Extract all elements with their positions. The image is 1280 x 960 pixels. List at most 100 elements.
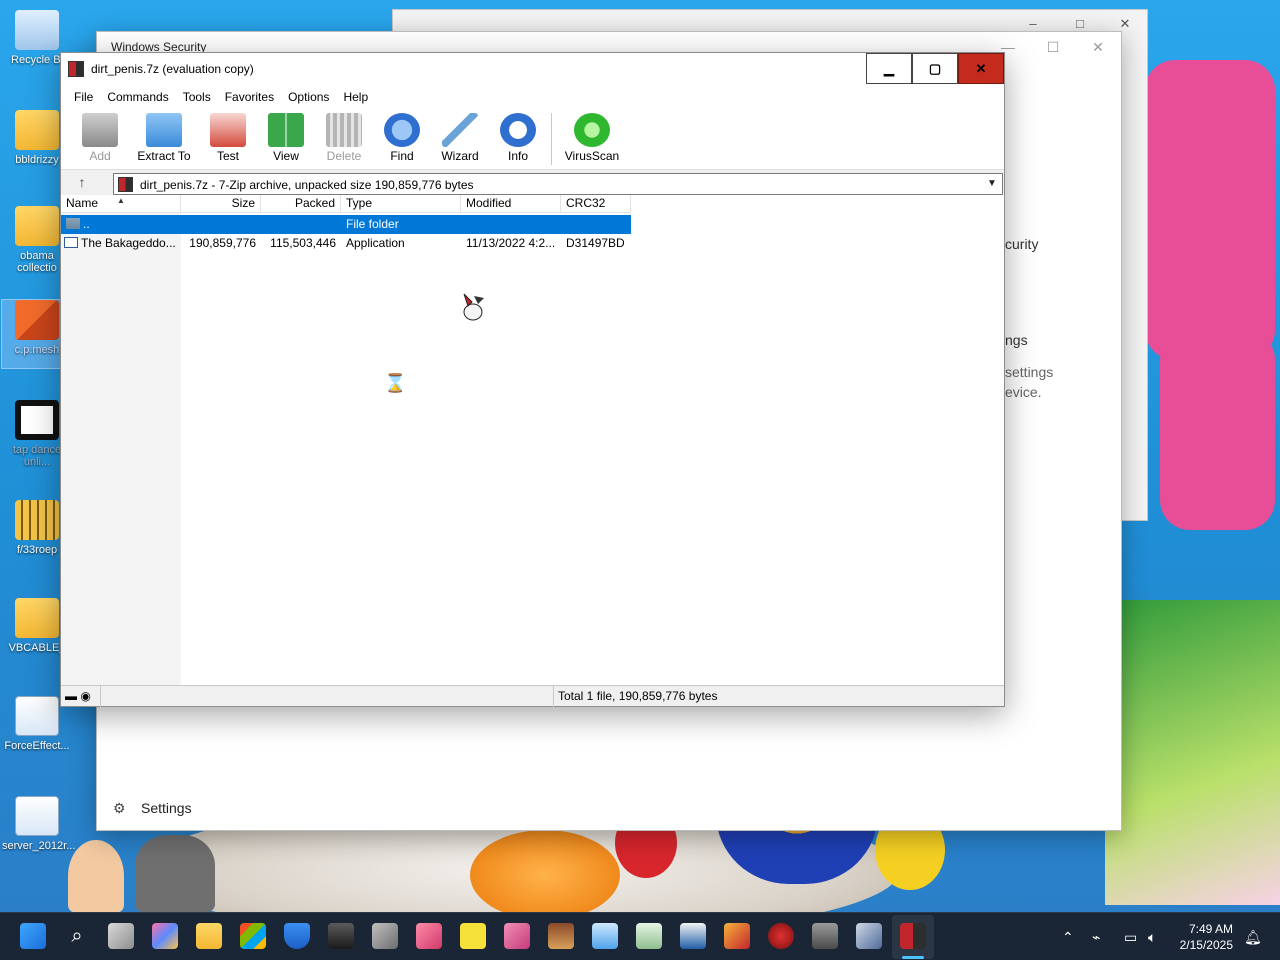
recycle-bin-icon <box>15 10 59 50</box>
column-crc32[interactable]: CRC32 <box>561 195 631 213</box>
view-icon <box>268 113 304 147</box>
recycle-app-icon[interactable] <box>636 923 662 949</box>
display-icon[interactable]: ▭ <box>1124 929 1137 946</box>
7zip-window-title: dirt_penis.7z (evaluation copy) <box>91 62 254 76</box>
desktop-icon-server[interactable]: server_2012r... <box>2 796 75 852</box>
info-button[interactable]: Info <box>489 109 547 169</box>
desktop-mascot-sprite <box>458 288 488 322</box>
copilot-icon[interactable] <box>152 923 178 949</box>
minimize-button[interactable]: ▁ <box>866 53 912 84</box>
delete-button-label: Delete <box>326 149 362 163</box>
test-button-label: Test <box>216 149 239 163</box>
close-button[interactable]: ✕ <box>958 53 1004 84</box>
desktop-icon-label: f/33roep <box>16 544 58 556</box>
extract-icon <box>146 113 182 147</box>
game-app-icon[interactable] <box>372 923 398 949</box>
menu-options[interactable]: Options <box>281 90 336 104</box>
shortcut-app-icon <box>15 300 59 340</box>
virusscan-icon <box>574 113 610 147</box>
add-button[interactable]: Add <box>71 109 129 169</box>
cell-type: File folder <box>341 215 461 234</box>
test-icon <box>210 113 246 147</box>
extract-to-button[interactable]: Extract To <box>129 109 199 169</box>
menu-file[interactable]: File <box>67 90 100 104</box>
delete-button[interactable]: Delete <box>315 109 373 169</box>
cell-name: The Bakageddo... <box>61 234 181 253</box>
disk-image-icon <box>15 796 59 836</box>
cell-modified: 11/13/2022 4:2... <box>466 236 556 250</box>
search-icon[interactable]: ⌕ <box>64 923 90 949</box>
windows-security-icon[interactable] <box>284 923 310 949</box>
chevron-up-icon[interactable]: ⌃ <box>1062 929 1074 946</box>
folder-icon <box>15 110 59 150</box>
wizard-icon <box>442 113 478 147</box>
7zip-window[interactable]: dirt_penis.7z (evaluation copy) ▁ ▢ ✕ Fi… <box>60 52 1005 707</box>
clock[interactable]: 7:49 AM 2/15/2025 <box>1180 921 1233 953</box>
notepad-icon[interactable] <box>592 923 618 949</box>
menu-tools[interactable]: Tools <box>176 90 218 104</box>
wizard-button[interactable]: Wizard <box>431 109 489 169</box>
name-column-shade <box>61 213 181 685</box>
7zip-titlebar[interactable]: dirt_penis.7z (evaluation copy) ▁ ▢ ✕ <box>61 53 1004 85</box>
column-modified[interactable]: Modified <box>461 195 561 213</box>
view-button[interactable]: View <box>257 109 315 169</box>
remote-desktop-icon[interactable] <box>680 923 706 949</box>
mascot-app-icon[interactable] <box>724 923 750 949</box>
chevron-down-icon[interactable]: ▼ <box>984 175 1000 193</box>
file-explorer-icon[interactable] <box>196 923 222 949</box>
maximize-button[interactable]: ▢ <box>912 53 958 84</box>
spongebob-app-icon[interactable] <box>460 923 486 949</box>
desktop-icon-label: bbldrizzy <box>15 154 59 166</box>
task-view-icon[interactable] <box>108 923 134 949</box>
microsoft-store-icon[interactable] <box>240 923 266 949</box>
wallpaper-egg <box>470 830 620 912</box>
info-icon <box>500 113 536 147</box>
folder-icon <box>15 206 59 246</box>
bulldog-app-icon[interactable] <box>812 923 838 949</box>
file-list[interactable]: Name ▲ Size Packed Type Modified CRC32 .… <box>61 195 1004 685</box>
add-button-label: Add <box>89 149 111 163</box>
application-icon <box>64 237 78 248</box>
up-arrow-icon[interactable]: ↑ <box>71 174 93 194</box>
address-bar: ↑ dirt_penis.7z - 7-Zip archive, unpacke… <box>61 169 1004 197</box>
test-button[interactable]: Test <box>199 109 257 169</box>
character-app-icon[interactable] <box>548 923 574 949</box>
7zip-taskbar-icon[interactable] <box>900 923 926 949</box>
table-row[interactable]: .. File folder <box>61 215 631 234</box>
column-size[interactable]: Size <box>181 195 261 213</box>
menu-commands[interactable]: Commands <box>100 90 175 104</box>
wizard-button-label: Wizard <box>441 149 479 163</box>
notification-bell-icon[interactable]: 🔔︎ <box>1244 929 1262 946</box>
menu-help[interactable]: Help <box>336 90 375 104</box>
volume-icon[interactable]: 🔈︎ <box>1148 929 1156 946</box>
network-app-icon[interactable] <box>856 923 882 949</box>
address-field[interactable]: dirt_penis.7z - 7-Zip archive, unpacked … <box>113 173 1003 195</box>
info-button-label: Info <box>507 149 528 163</box>
cat-app-icon[interactable] <box>328 923 354 949</box>
desktop-icon-label: obama collectio <box>17 250 57 274</box>
cell-type: Application <box>346 236 405 250</box>
network-icon[interactable]: ⌁ <box>1092 929 1100 946</box>
pink-app-icon[interactable] <box>416 923 442 949</box>
taskbar-active-indicator <box>902 956 924 959</box>
bird-app-icon[interactable] <box>504 923 530 949</box>
menu-favorites[interactable]: Favorites <box>218 90 281 104</box>
table-row[interactable]: The Bakageddo... 190,859,776 115,503,446… <box>61 234 631 253</box>
column-type[interactable]: Type <box>341 195 461 213</box>
find-button[interactable]: Find <box>373 109 431 169</box>
ws-settings-nav-item[interactable]: ⚙ Settings <box>113 800 192 817</box>
ws-close-button[interactable]: ✕ <box>1075 32 1121 62</box>
cell-crc32 <box>561 215 631 234</box>
column-name[interactable]: Name ▲ <box>61 195 181 213</box>
desktop-icon-label: c.p.mesh <box>14 344 60 356</box>
ws-maximize-button[interactable]: ☐ <box>1030 32 1076 62</box>
sort-ascending-icon: ▲ <box>117 196 125 205</box>
column-name-label: Name <box>66 196 99 210</box>
folder-icon <box>66 218 80 229</box>
start-button[interactable] <box>20 923 46 949</box>
file-list-header: Name ▲ Size Packed Type Modified CRC32 <box>61 195 631 213</box>
column-packed[interactable]: Packed <box>261 195 341 213</box>
desktop-icon-label: VBCABLE_ <box>8 642 66 654</box>
red-app-icon[interactable] <box>768 923 794 949</box>
virusscan-button[interactable]: VirusScan <box>560 109 624 169</box>
